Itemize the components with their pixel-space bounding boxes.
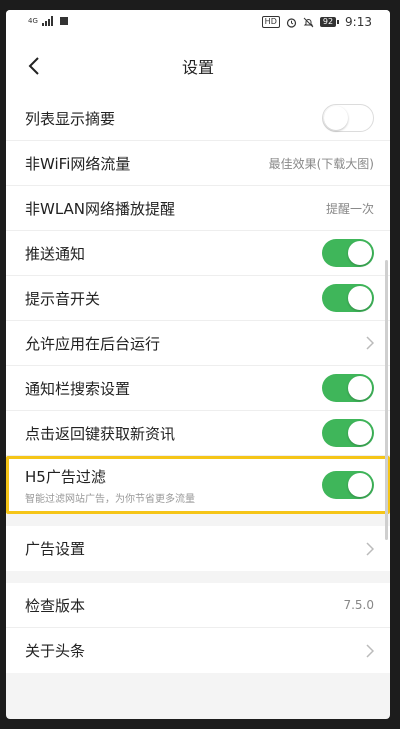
title-bar: 设置 [6, 36, 390, 97]
device-frame: 4G HD 92 9:13 设置 列表显示摘要 非WiFi网络流量 最佳效果(下… [0, 0, 400, 729]
chevron-right-icon [366, 541, 374, 556]
setting-row-wifi-traffic[interactable]: 非WiFi网络流量 最佳效果(下载大图) [6, 141, 390, 186]
sound-toggle[interactable] [322, 284, 374, 312]
push-toggle[interactable] [322, 239, 374, 267]
status-time: 9:13 [345, 15, 372, 29]
setting-row-background[interactable]: 允许应用在后台运行 [6, 321, 390, 366]
screen: 4G HD 92 9:13 设置 列表显示摘要 非WiFi网络流量 最佳效果(下… [6, 10, 390, 719]
setting-label: 推送通知 [25, 244, 86, 263]
hd-badge: HD [261, 16, 280, 28]
setting-label: H5广告过滤 [25, 467, 106, 486]
setting-sublabel: 智能过滤网站广告，为你节省更多流量 [25, 493, 195, 505]
setting-label: 提示音开关 [25, 289, 101, 308]
setting-row-wlan-remind[interactable]: 非WLAN网络播放提醒 提醒一次 [6, 186, 390, 231]
setting-row-version[interactable]: 检查版本 7.5.0 [6, 583, 390, 628]
mute-icon [303, 17, 314, 27]
h5-filter-toggle[interactable] [322, 471, 374, 499]
setting-label: 关于头条 [25, 642, 86, 660]
alarm-icon [286, 17, 296, 28]
setting-row-h5-filter[interactable]: H5广告过滤 智能过滤网站广告，为你节省更多流量 [6, 456, 390, 514]
setting-label: 广告设置 [25, 540, 86, 558]
network-type: 4G [28, 17, 38, 25]
section-gap [6, 514, 390, 526]
setting-row-notif-search[interactable]: 通知栏搜索设置 [6, 366, 390, 411]
setting-label: 检查版本 [25, 596, 86, 615]
setting-label: 列表显示摘要 [25, 109, 116, 128]
setting-value: 最佳效果(下载大图) [268, 156, 374, 171]
notif-search-toggle[interactable] [322, 374, 374, 402]
settings-group-ads: 广告设置 [6, 526, 390, 571]
status-left: 4G [28, 16, 68, 26]
setting-label-wrap: H5广告过滤 智能过滤网站广告，为你节省更多流量 [25, 466, 195, 505]
status-right: HD 92 9:13 [261, 15, 372, 29]
setting-row-summary[interactable]: 列表显示摘要 [6, 96, 390, 141]
chevron-right-icon [366, 336, 374, 350]
setting-label: 允许应用在后台运行 [25, 334, 161, 353]
back-refresh-toggle[interactable] [322, 419, 374, 447]
setting-value: 7.5.0 [343, 598, 374, 612]
setting-row-about[interactable]: 关于头条 [6, 628, 390, 673]
signal-icon [41, 16, 53, 26]
settings-list: 列表显示摘要 非WiFi网络流量 最佳效果(下载大图) 非WLAN网络播放提醒 … [6, 96, 390, 673]
page-title: 设置 [181, 58, 214, 77]
notification-icon [59, 17, 68, 25]
setting-value: 提醒一次 [325, 201, 374, 216]
setting-row-push[interactable]: 推送通知 [6, 231, 390, 276]
setting-label: 通知栏搜索设置 [25, 379, 131, 398]
setting-row-back-refresh[interactable]: 点击返回键获取新资讯 [6, 411, 390, 456]
settings-group-about: 检查版本 7.5.0 关于头条 [6, 583, 390, 673]
setting-label: 非WiFi网络流量 [25, 154, 131, 173]
scrollbar[interactable] [385, 260, 388, 540]
status-bar: 4G HD 92 9:13 [6, 10, 390, 36]
setting-row-ad-settings[interactable]: 广告设置 [6, 526, 390, 571]
setting-label: 非WLAN网络播放提醒 [25, 199, 176, 218]
setting-label: 点击返回键获取新资讯 [25, 424, 176, 443]
chevron-right-icon [366, 643, 374, 658]
settings-group-main: 列表显示摘要 非WiFi网络流量 最佳效果(下载大图) 非WLAN网络播放提醒 … [6, 96, 390, 514]
battery-level: 92 [319, 17, 337, 27]
setting-row-sound[interactable]: 提示音开关 [6, 276, 390, 321]
section-gap [6, 571, 390, 583]
battery-icon: 92 [319, 17, 340, 27]
summary-toggle[interactable] [322, 104, 374, 132]
